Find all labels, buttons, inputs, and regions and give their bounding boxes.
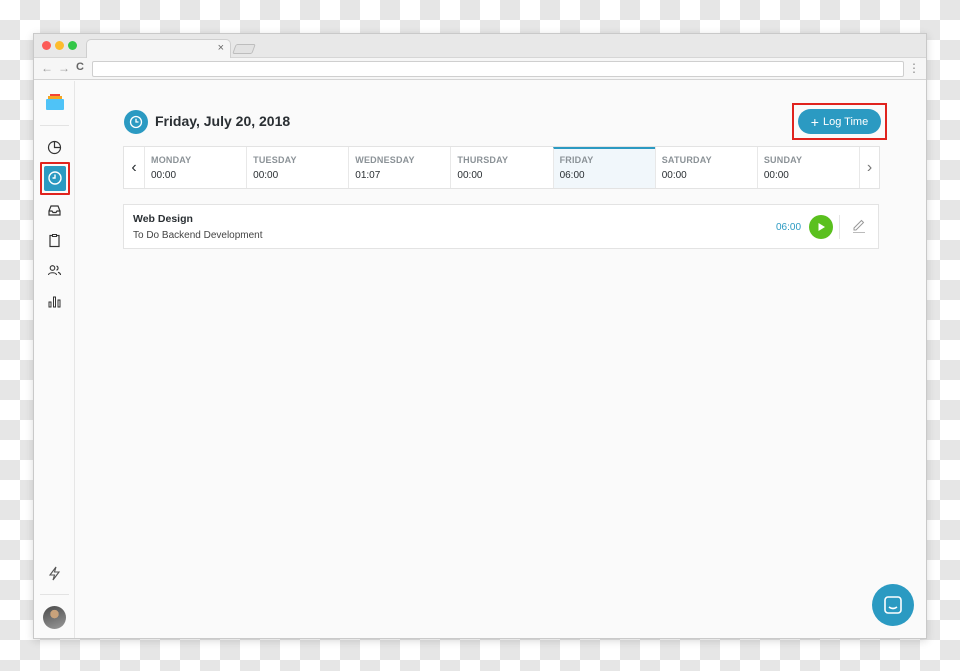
log-time-button[interactable]: + Log Time (798, 109, 881, 134)
app: Friday, July 20, 2018 + Log Time ‹ MONDA… (34, 81, 926, 638)
day-total: 00:00 (151, 170, 177, 181)
day-wednesday[interactable]: WEDNESDAY 01:07 (348, 147, 450, 188)
users-icon[interactable] (46, 262, 63, 279)
day-saturday[interactable]: SATURDAY 00:00 (654, 147, 757, 188)
week-selector: ‹ MONDAY 00:00 TUESDAY 00:00 WEDNESDAY 0… (123, 146, 880, 189)
entry-divider (839, 215, 840, 239)
sidebar-item-timesheet[interactable] (40, 162, 70, 195)
browser-navbar: ← → C ⋮ (34, 58, 926, 80)
pie-chart-icon[interactable] (46, 139, 63, 156)
browser-titlebar: × (34, 34, 926, 59)
chat-launcher-button[interactable] (872, 584, 914, 626)
bar-chart-icon[interactable] (46, 293, 63, 310)
day-friday[interactable]: FRIDAY 06:00 (552, 147, 655, 188)
back-arrow-icon[interactable]: ← (41, 61, 53, 75)
day-total: 00:00 (763, 170, 789, 181)
day-name: SUNDAY (763, 155, 803, 165)
prev-week-chevron-icon[interactable]: ‹ (124, 147, 144, 188)
maximize-window-button[interactable] (68, 41, 77, 50)
minimize-window-button[interactable] (55, 41, 64, 50)
entry-duration: 06:00 (776, 222, 802, 233)
edit-pencil-icon[interactable] (851, 218, 867, 234)
day-total: 01:07 (355, 170, 381, 181)
sidebar-divider (40, 125, 69, 126)
day-total: 00:00 (661, 170, 687, 181)
day-total: 06:00 (559, 170, 585, 181)
day-name: FRIDAY (559, 155, 594, 165)
clock-icon (48, 171, 62, 185)
close-window-button[interactable] (42, 41, 51, 50)
day-name: THURSDAY (457, 155, 509, 165)
log-time-highlight: + Log Time (792, 103, 887, 140)
browser-tab[interactable]: × (86, 39, 231, 59)
next-week-chevron-icon[interactable]: › (858, 147, 879, 188)
avatar[interactable] (43, 606, 66, 629)
day-name: TUESDAY (253, 155, 297, 165)
browser-menu-icon[interactable]: ⋮ (908, 61, 920, 75)
reload-icon[interactable]: C (76, 61, 84, 73)
sidebar-item-timesheet-bg (44, 166, 66, 191)
start-timer-button[interactable] (809, 215, 833, 239)
forward-arrow-icon[interactable]: → (58, 61, 70, 75)
day-total: 00:00 (457, 170, 483, 181)
day-sunday[interactable]: SUNDAY 00:00 (756, 147, 859, 188)
time-entry-row[interactable]: Web Design To Do Backend Development 06:… (123, 204, 879, 249)
day-total: 00:00 (253, 170, 279, 181)
chat-icon (884, 596, 902, 614)
app-logo[interactable] (46, 94, 64, 110)
day-thursday[interactable]: THURSDAY 00:00 (450, 147, 552, 188)
lightning-icon[interactable] (46, 565, 63, 582)
url-bar[interactable] (92, 61, 904, 77)
clipboard-icon[interactable] (46, 232, 63, 249)
log-time-label: Log Time (822, 115, 869, 128)
main-content: Friday, July 20, 2018 + Log Time ‹ MONDA… (75, 81, 926, 638)
browser-window: × ← → C ⋮ Friday, July 20, 2018 + Log Ti… (33, 33, 927, 639)
day-monday[interactable]: MONDAY 00:00 (144, 147, 246, 188)
sidebar (34, 81, 75, 638)
date-clock-badge (124, 110, 148, 134)
entry-project: Web Design (133, 213, 193, 225)
plus-icon: + (810, 113, 819, 130)
entry-task: To Do Backend Development (133, 230, 263, 241)
tab-close-icon[interactable]: × (218, 42, 224, 54)
day-name: WEDNESDAY (355, 155, 415, 165)
clock-icon (129, 115, 143, 129)
page-title: Friday, July 20, 2018 (155, 113, 291, 129)
day-name: SATURDAY (661, 155, 712, 165)
day-tuesday[interactable]: TUESDAY 00:00 (246, 147, 348, 188)
day-name: MONDAY (151, 155, 192, 165)
inbox-icon[interactable] (46, 202, 63, 219)
play-icon (818, 223, 825, 231)
sidebar-divider-bottom (40, 594, 69, 595)
new-tab-button[interactable] (232, 44, 256, 54)
